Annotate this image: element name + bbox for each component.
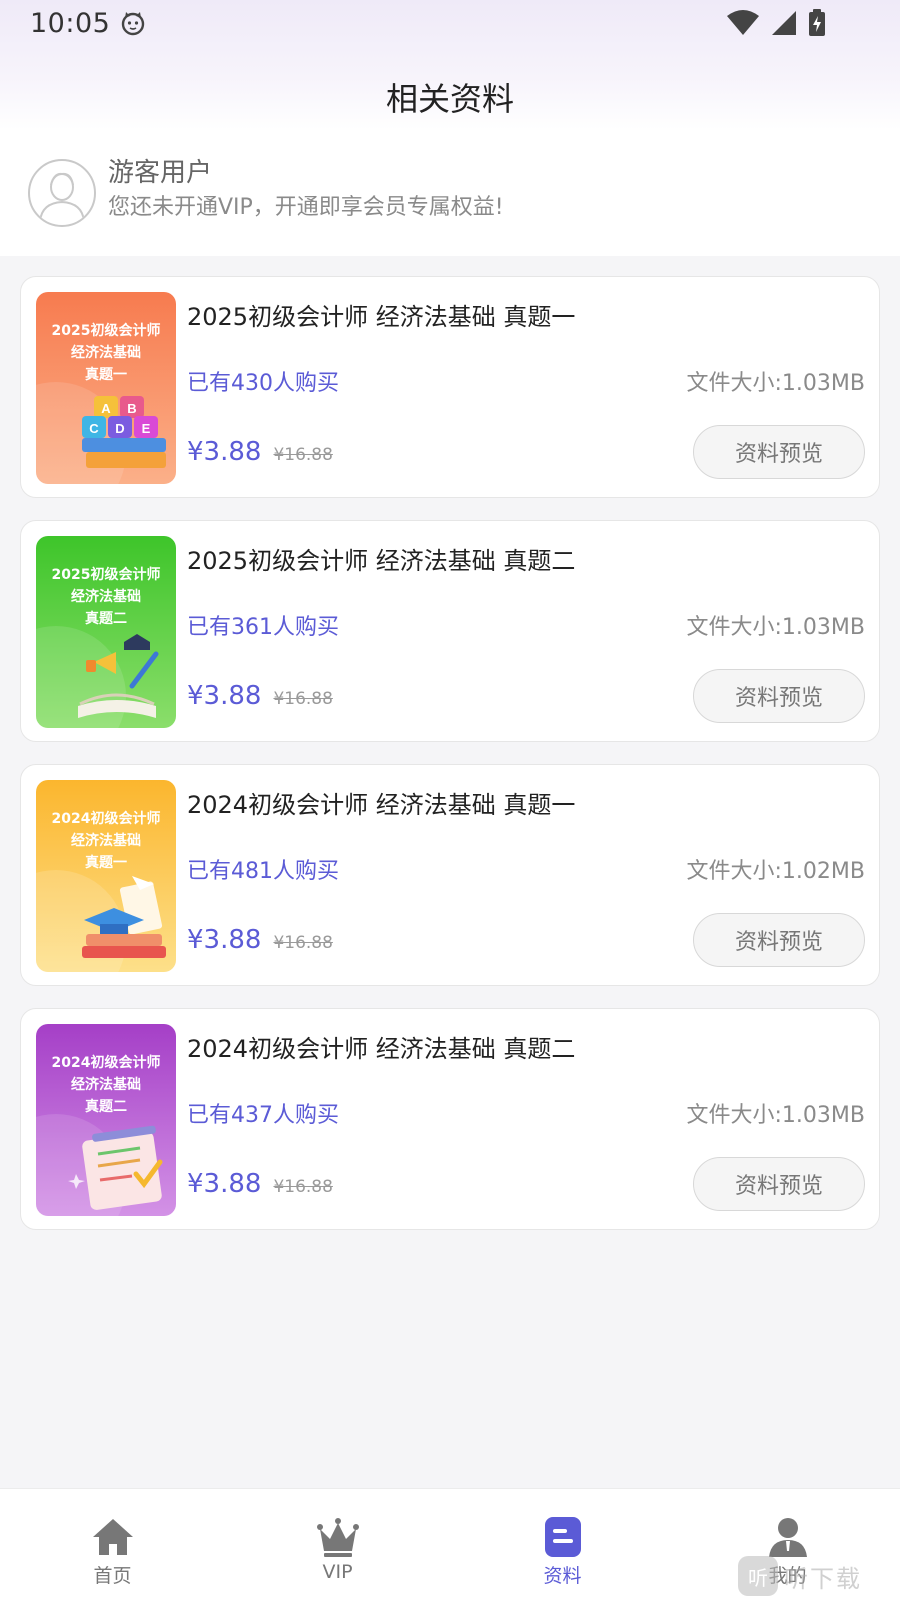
- user-name: 游客用户: [108, 158, 213, 188]
- sale-price: ¥3.88: [187, 925, 262, 955]
- cover-caption: 2024初级会计师 经济法基础 真题一: [51, 811, 161, 871]
- price-row: ¥3.88 ¥16.88: [187, 925, 333, 955]
- cover-caption: 2025初级会计师 经济法基础 真题一: [51, 323, 161, 383]
- preview-button[interactable]: 资料预览: [693, 1157, 865, 1211]
- crown-icon: [316, 1518, 359, 1557]
- home-icon: [92, 1519, 133, 1555]
- avatar[interactable]: [28, 159, 96, 227]
- material-card[interactable]: A B C D E 2025初级会计师 经济法基础 真题一 2025初级会计师 …: [20, 276, 880, 498]
- material-card[interactable]: 2024初级会计师 经济法基础 真题二 2024初级会计师 经济法基础 真题二 …: [20, 1008, 880, 1230]
- material-cover[interactable]: 2024初级会计师 经济法基础 真题二: [36, 1024, 176, 1216]
- user-avatar-icon: [39, 172, 85, 222]
- vip-promo-text[interactable]: 您还未开通VIP，开通即享会员专属权益!: [108, 191, 504, 225]
- cellular-signal-icon: [772, 11, 796, 35]
- material-list: A B C D E 2025初级会计师 经济法基础 真题一 2025初级会计师 …: [20, 276, 880, 1252]
- sale-price: ¥3.88: [187, 681, 262, 711]
- buyer-count: 已有481人购买: [187, 859, 339, 884]
- buyer-count: 已有430人购买: [187, 371, 339, 396]
- svg-text:A: A: [101, 401, 111, 416]
- status-bar: 10:05: [0, 0, 900, 46]
- price-row: ¥3.88 ¥16.88: [187, 681, 333, 711]
- nav-label: VIP: [322, 1561, 353, 1583]
- material-card[interactable]: 2025初级会计师 经济法基础 真题二 2025初级会计师 经济法基础 真题二 …: [20, 520, 880, 742]
- nav-item-materials[interactable]: 资料: [450, 1489, 675, 1600]
- material-title[interactable]: 2025初级会计师 经济法基础 真题二: [187, 541, 575, 576]
- preview-button[interactable]: 资料预览: [693, 913, 865, 967]
- file-size: 文件大小:1.02MB: [686, 859, 865, 884]
- file-size: 文件大小:1.03MB: [686, 1103, 865, 1128]
- status-icons: [726, 9, 870, 37]
- nav-item-home[interactable]: 首页: [0, 1489, 225, 1600]
- user-icon: [768, 1518, 807, 1557]
- cover-caption: 2024初级会计师 经济法基础 真题二: [51, 1055, 161, 1115]
- status-time: 10:05: [30, 7, 111, 39]
- price-row: ¥3.88 ¥16.88: [187, 1169, 333, 1199]
- document-icon: [544, 1517, 581, 1557]
- file-size: 文件大小:1.03MB: [686, 371, 865, 396]
- material-cover[interactable]: 2025初级会计师 经济法基础 真题二: [36, 536, 176, 728]
- buyer-count: 已有437人购买: [187, 1103, 339, 1128]
- material-title[interactable]: 2024初级会计师 经济法基础 真题一: [187, 785, 575, 820]
- nav-item-vip[interactable]: VIP: [225, 1489, 450, 1600]
- cover-caption: 2025初级会计师 经济法基础 真题二: [51, 567, 161, 627]
- sale-price: ¥3.88: [187, 1169, 262, 1199]
- svg-text:C: C: [89, 421, 99, 436]
- battery-charging-icon: [809, 9, 825, 36]
- file-size: 文件大小:1.03MB: [686, 615, 865, 640]
- material-cover[interactable]: A B C D E 2025初级会计师 经济法基础 真题一: [36, 292, 176, 484]
- original-price: ¥16.88: [273, 689, 333, 709]
- svg-text:E: E: [142, 421, 151, 436]
- material-cover[interactable]: 2024初级会计师 经济法基础 真题一: [36, 780, 176, 972]
- material-card[interactable]: 2024初级会计师 经济法基础 真题一 2024初级会计师 经济法基础 真题一 …: [20, 764, 880, 986]
- preview-button[interactable]: 资料预览: [693, 669, 865, 723]
- material-title[interactable]: 2024初级会计师 经济法基础 真题二: [187, 1029, 575, 1064]
- wifi-icon: [727, 10, 759, 35]
- svg-text:B: B: [127, 401, 136, 416]
- watermark-badge: 听: [738, 1556, 778, 1596]
- price-row: ¥3.88 ¥16.88: [187, 437, 333, 467]
- sale-price: ¥3.88: [187, 437, 262, 467]
- nav-label: 首页: [93, 1565, 132, 1587]
- preview-button[interactable]: 资料预览: [693, 425, 865, 479]
- svg-text:D: D: [115, 421, 124, 436]
- nav-label: 资料: [543, 1565, 582, 1587]
- material-title[interactable]: 2025初级会计师 经济法基础 真题一: [187, 297, 575, 332]
- cat-notification-icon: [122, 12, 145, 36]
- watermark: 听 听下载: [738, 1556, 862, 1596]
- original-price: ¥16.88: [273, 445, 333, 465]
- buyer-count: 已有361人购买: [187, 615, 339, 640]
- user-profile-banner[interactable]: 游客用户 您还未开通VIP，开通即享会员专属权益!: [0, 130, 900, 256]
- original-price: ¥16.88: [273, 933, 333, 953]
- original-price: ¥16.88: [273, 1177, 333, 1197]
- page-title: 相关资料: [385, 80, 514, 118]
- watermark-text: 听下载: [784, 1564, 862, 1593]
